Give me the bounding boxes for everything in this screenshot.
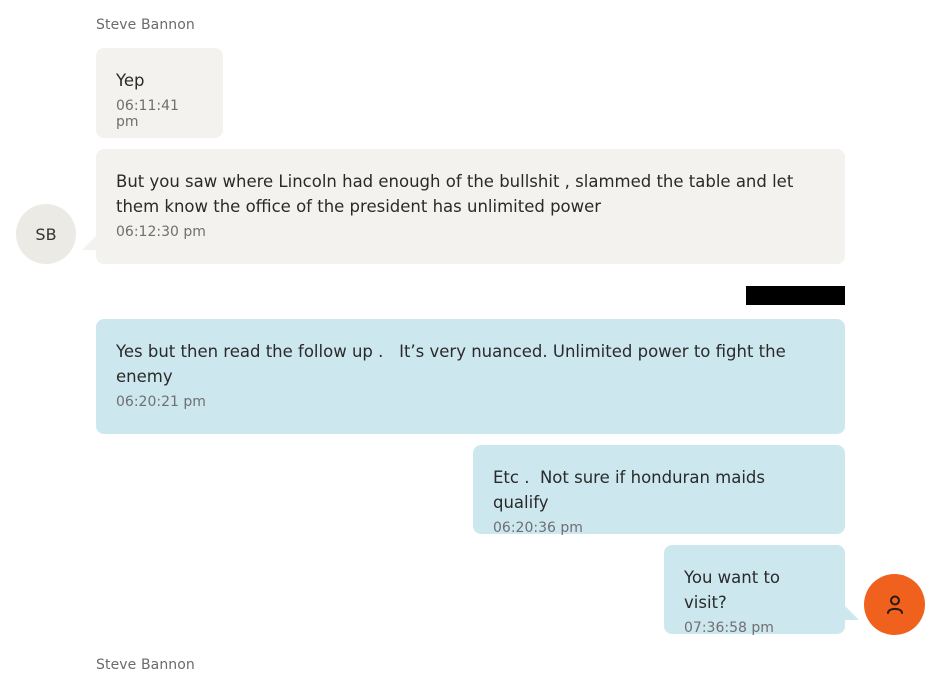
message-bubble-incoming[interactable]: Yep 06:11:41 pm [96,48,223,138]
message-timestamp: 06:20:21 pm [116,394,206,410]
bubble-tail [82,236,96,250]
message-timestamp: 07:36:58 pm [684,620,774,636]
sender-name: Steve Bannon [96,17,195,33]
message-timestamp: 06:20:36 pm [493,520,583,536]
message-text: Yes but then read the follow up . It’s v… [116,342,792,386]
message-bubble-outgoing[interactable]: Etc . Not sure if honduran maids qualify… [473,445,845,536]
message-bubble-incoming[interactable]: But you saw where Lincoln had enough of … [96,149,845,264]
user-avatar[interactable] [864,574,925,635]
bubble-tail [845,606,859,620]
message-bubble-outgoing[interactable]: You want to visit? 07:36:58 pm [664,545,845,636]
message-text: But you saw where Lincoln had enough of … [116,172,799,216]
message-timestamp: 06:11:41 pm [116,98,179,130]
sender-name: Steve Bannon [96,657,195,673]
message-text: You want to visit? [684,568,786,612]
message-bubble-outgoing[interactable]: Yes but then read the follow up . It’s v… [96,319,845,434]
contact-avatar[interactable]: SB [16,204,76,264]
message-text: Yep [116,71,145,90]
person-icon [886,595,903,614]
chat-thread: Steve Bannon Yep 06:11:41 pm But you saw… [0,0,947,675]
redaction-bar [746,286,845,305]
message-timestamp: 06:12:30 pm [116,224,206,240]
message-text: Etc . Not sure if honduran maids qualify [493,468,771,512]
